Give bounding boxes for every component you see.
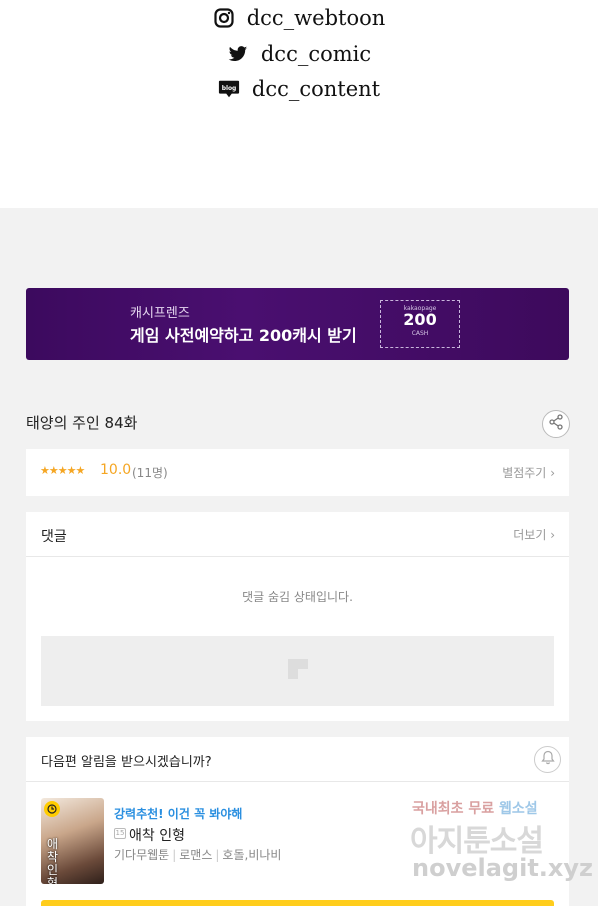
thumbnail-title-art: 애착인형 xyxy=(47,837,59,885)
svg-text:blog: blog xyxy=(222,85,237,92)
comments-more-link[interactable]: 더보기 › xyxy=(513,526,555,543)
notify-title: 다음편 알림을 받으시겠습니까? xyxy=(41,755,212,770)
recommendation-tags: 기다무웹툰 | 로맨스 | 호돌,비나비 xyxy=(114,846,281,863)
comments-card: 댓글 더보기 › 댓글 숨김 상태입니다. xyxy=(26,512,569,721)
twitter-icon xyxy=(227,43,249,65)
comments-header: 댓글 더보기 › xyxy=(26,512,569,557)
social-link-instagram[interactable]: dcc_webtoon xyxy=(0,6,598,30)
age-rating-badge: 15 xyxy=(114,828,126,839)
notify-header: 다음편 알림을 받으시겠습니까? xyxy=(26,737,569,782)
tag: 로맨스 xyxy=(179,848,213,862)
tag-divider: | xyxy=(215,848,220,862)
ad-placeholder xyxy=(41,636,554,706)
tag-divider: | xyxy=(172,848,177,862)
social-links-section: dcc_webtoon dcc_comic blog dcc_content xyxy=(0,0,598,208)
social-handle: dcc_comic xyxy=(260,42,372,66)
coupon-amount: 200 xyxy=(403,310,437,329)
bell-icon xyxy=(540,750,555,769)
social-link-blog[interactable]: blog dcc_content xyxy=(0,77,598,101)
share-button[interactable] xyxy=(542,410,570,438)
next-episode-notify-card: 다음편 알림을 받으시겠습니까? 애착인형 강력추천! 이건 꼭 봐야해 15 … xyxy=(26,737,569,906)
banner-subtitle: 캐시프렌즈 xyxy=(130,306,190,321)
rating-stars: ★★★★★ xyxy=(40,464,85,477)
comments-more-label: 더보기 xyxy=(513,528,547,542)
recommendation-thumbnail[interactable]: 애착인형 xyxy=(41,798,104,884)
rating-count: (11명) xyxy=(132,466,168,480)
episode-title: 태양의 주인 84화 xyxy=(26,414,138,432)
share-icon xyxy=(548,414,564,434)
view-button[interactable] xyxy=(41,900,554,906)
tag: 호돌,비나비 xyxy=(222,848,282,862)
comments-hidden-message: 댓글 숨김 상태입니다. xyxy=(242,590,353,604)
cash-coupon: kakaopage 200 CASH xyxy=(380,300,460,348)
blog-icon: blog xyxy=(218,78,240,100)
instagram-icon xyxy=(213,7,235,29)
social-handle: dcc_content xyxy=(251,77,381,101)
rating-card: ★★★★★ 10.0 (11명) 별점주기 › xyxy=(26,449,569,496)
comments-title: 댓글 xyxy=(41,529,67,545)
banner-title: 게임 사전예약하고 200캐시 받기 xyxy=(130,326,357,345)
recommendation-title[interactable]: 애착 인형 xyxy=(129,825,185,845)
promo-banner[interactable]: 캐시프렌즈 게임 사전예약하고 200캐시 받기 kakaopage 200 C… xyxy=(26,288,569,360)
social-handle: dcc_webtoon xyxy=(246,6,386,30)
recommendation-label: 강력추천! 이건 꼭 봐야해 xyxy=(114,807,243,821)
rate-button-label: 별점주기 xyxy=(502,466,547,480)
coupon-unit: CASH xyxy=(411,330,429,337)
tag: 기다무웹툰 xyxy=(114,848,170,862)
chevron-right-icon: › xyxy=(550,528,555,542)
rating-score: 10.0 xyxy=(100,462,132,478)
ad-placeholder-icon xyxy=(287,658,309,684)
notify-bell-button[interactable] xyxy=(534,746,561,773)
social-link-twitter[interactable]: dcc_comic xyxy=(0,42,598,66)
rate-button[interactable]: 별점주기 › xyxy=(502,464,555,481)
wait-free-clock-icon xyxy=(44,801,60,817)
chevron-right-icon: › xyxy=(550,466,555,480)
